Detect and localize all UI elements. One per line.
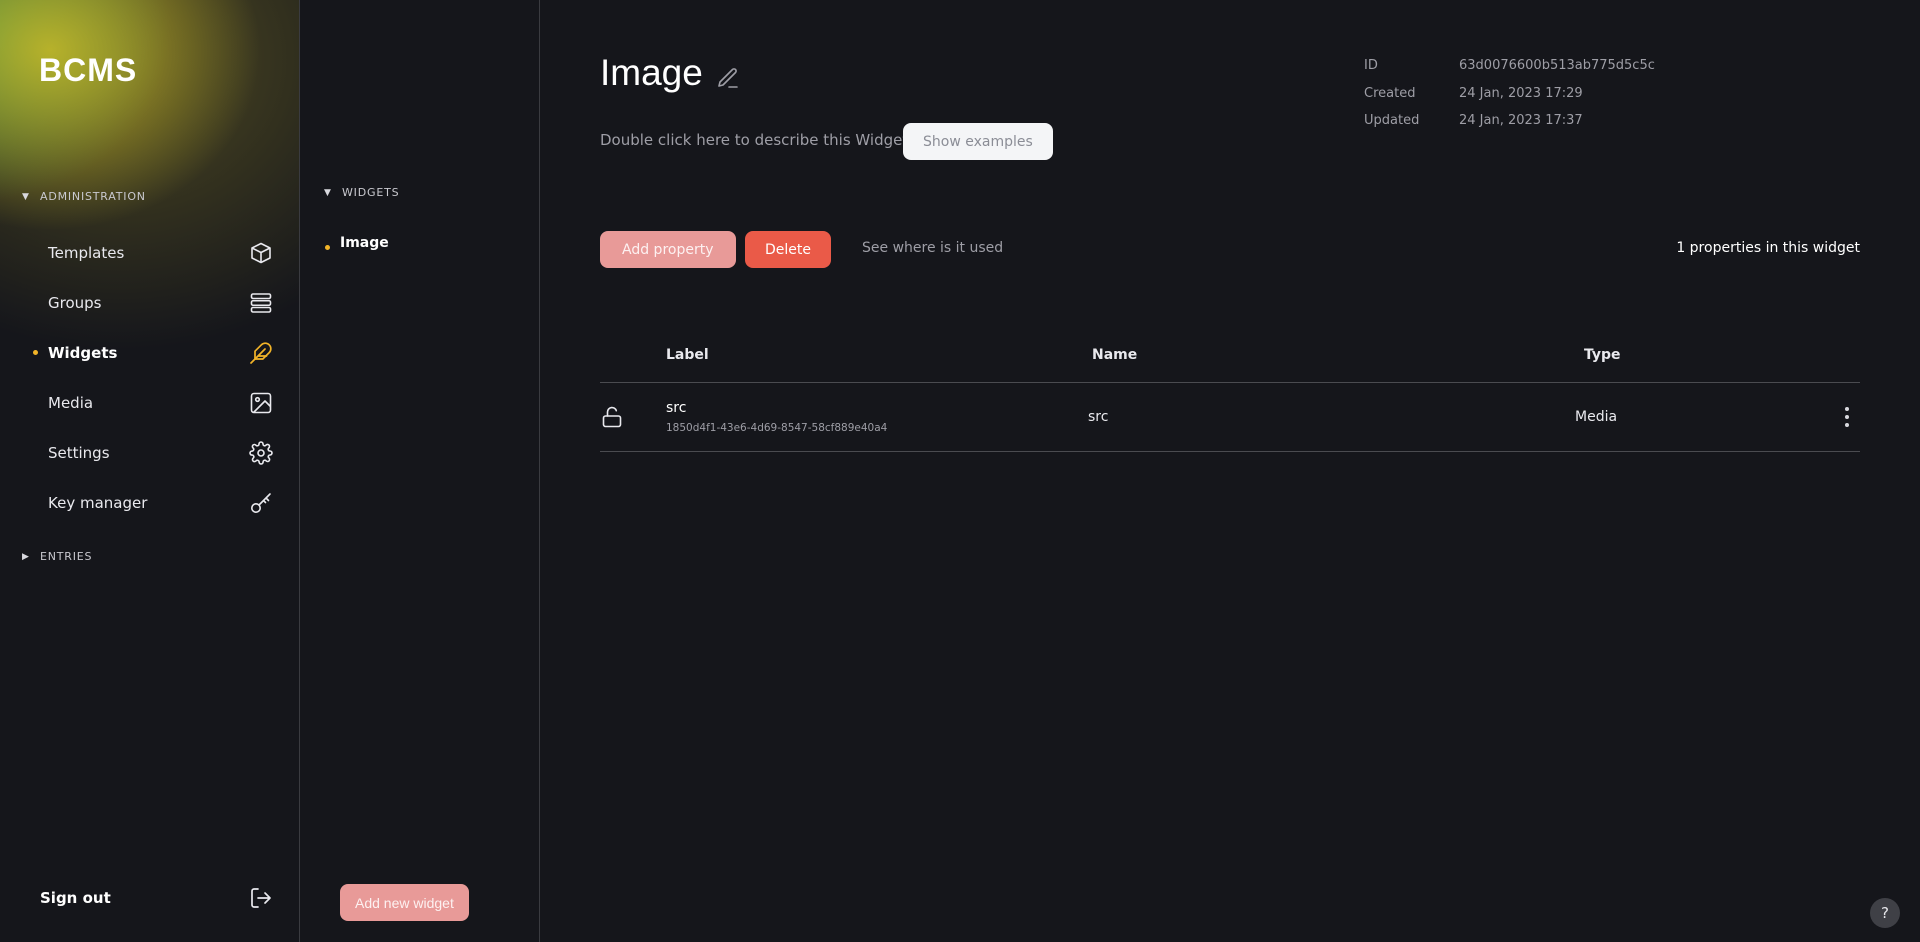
sign-out-label: Sign out bbox=[40, 889, 111, 907]
show-examples-button[interactable]: Show examples bbox=[903, 123, 1053, 160]
property-label: src bbox=[666, 400, 687, 416]
meta-updated-value: 24 Jan, 2023 17:37 bbox=[1459, 113, 1583, 128]
sign-out-button[interactable]: Sign out bbox=[40, 880, 274, 916]
see-where-used-link[interactable]: See where is it used bbox=[862, 240, 1003, 256]
column-header-name: Name bbox=[1092, 347, 1138, 363]
sidebar-item-label: Media bbox=[48, 394, 94, 412]
sign-out-icon bbox=[248, 885, 274, 911]
sidebar-item-label: Widgets bbox=[48, 344, 118, 362]
meta-created-value: 24 Jan, 2023 17:29 bbox=[1459, 85, 1583, 101]
help-button[interactable]: ? bbox=[1870, 898, 1900, 928]
sidebar-item-key-manager[interactable]: Key manager bbox=[48, 485, 274, 521]
active-indicator-dot bbox=[33, 350, 38, 355]
widgets-panel: ▼ WIDGETS Image Add new widget bbox=[300, 0, 539, 942]
sidebar-item-label: Key manager bbox=[48, 494, 148, 512]
add-property-button[interactable]: Add property bbox=[600, 231, 736, 268]
meta-id-value: 63d0076600b513ab775d5c5c bbox=[1459, 58, 1655, 73]
layers-icon bbox=[248, 290, 274, 316]
caret-down-icon: ▼ bbox=[22, 191, 30, 202]
table-header: Label Name Type bbox=[600, 340, 1860, 383]
sidebar-item-label: Settings bbox=[48, 444, 110, 462]
widget-list-item-image[interactable]: Image bbox=[340, 235, 389, 251]
delete-button[interactable]: Delete bbox=[745, 231, 831, 268]
sidebar-item-label: Groups bbox=[48, 294, 102, 312]
cube-icon bbox=[248, 240, 274, 266]
meta-updated-label: Updated bbox=[1364, 113, 1420, 128]
active-indicator-dot bbox=[325, 245, 330, 250]
sidebar: BCMS ▼ ADMINISTRATION Templates Groups W… bbox=[0, 0, 299, 942]
sidebar-item-widgets[interactable]: Widgets bbox=[48, 335, 274, 371]
sidebar-item-media[interactable]: Media bbox=[48, 385, 274, 421]
widget-description[interactable]: Double click here to describe this Widge… bbox=[600, 131, 908, 149]
sidebar-item-templates[interactable]: Templates bbox=[48, 235, 274, 271]
sidebar-item-settings[interactable]: Settings bbox=[48, 435, 274, 471]
entries-section-toggle[interactable]: ▶ ENTRIES bbox=[22, 550, 92, 563]
meta-created-label: Created bbox=[1364, 85, 1416, 101]
property-type: Media bbox=[1575, 409, 1618, 425]
key-icon bbox=[248, 490, 274, 516]
page-title: Image bbox=[600, 52, 703, 93]
widgets-section-toggle[interactable]: ▼ WIDGETS bbox=[324, 186, 399, 199]
administration-section-toggle[interactable]: ▼ ADMINISTRATION bbox=[22, 190, 146, 203]
property-id: 1850d4f1-43e6-4d69-8547-58cf889e40a4 bbox=[666, 422, 888, 434]
more-options-icon[interactable] bbox=[1842, 405, 1852, 429]
meta-id-label: ID bbox=[1364, 58, 1378, 73]
main-content: Image Double click here to describe this… bbox=[540, 0, 1920, 942]
bcms-logo[interactable]: BCMS bbox=[39, 52, 137, 89]
feather-icon bbox=[248, 340, 274, 366]
widgets-header: WIDGETS bbox=[342, 186, 400, 199]
unlock-icon[interactable] bbox=[600, 405, 624, 429]
sidebar-item-groups[interactable]: Groups bbox=[48, 285, 274, 321]
table-row[interactable]: src 1850d4f1-43e6-4d69-8547-58cf889e40a4… bbox=[600, 383, 1860, 452]
add-new-widget-button[interactable]: Add new widget bbox=[340, 884, 469, 921]
caret-right-icon: ▶ bbox=[22, 551, 30, 562]
properties-count: 1 properties in this widget bbox=[1676, 240, 1860, 256]
edit-pencil-icon[interactable] bbox=[716, 66, 740, 90]
caret-down-icon: ▼ bbox=[324, 187, 332, 198]
gear-icon bbox=[248, 440, 274, 466]
administration-label: ADMINISTRATION bbox=[40, 190, 146, 203]
property-name: src bbox=[1088, 409, 1109, 425]
column-header-type: Type bbox=[1584, 347, 1621, 363]
column-header-label: Label bbox=[666, 347, 709, 363]
entries-label: ENTRIES bbox=[40, 550, 93, 563]
sidebar-item-label: Templates bbox=[48, 244, 125, 262]
properties-table: Label Name Type src 1850d4f1-43e6-4d69-8… bbox=[600, 340, 1860, 452]
image-icon bbox=[248, 390, 274, 416]
widget-meta: ID 63d0076600b513ab775d5c5c Created 24 J… bbox=[1364, 58, 1655, 141]
